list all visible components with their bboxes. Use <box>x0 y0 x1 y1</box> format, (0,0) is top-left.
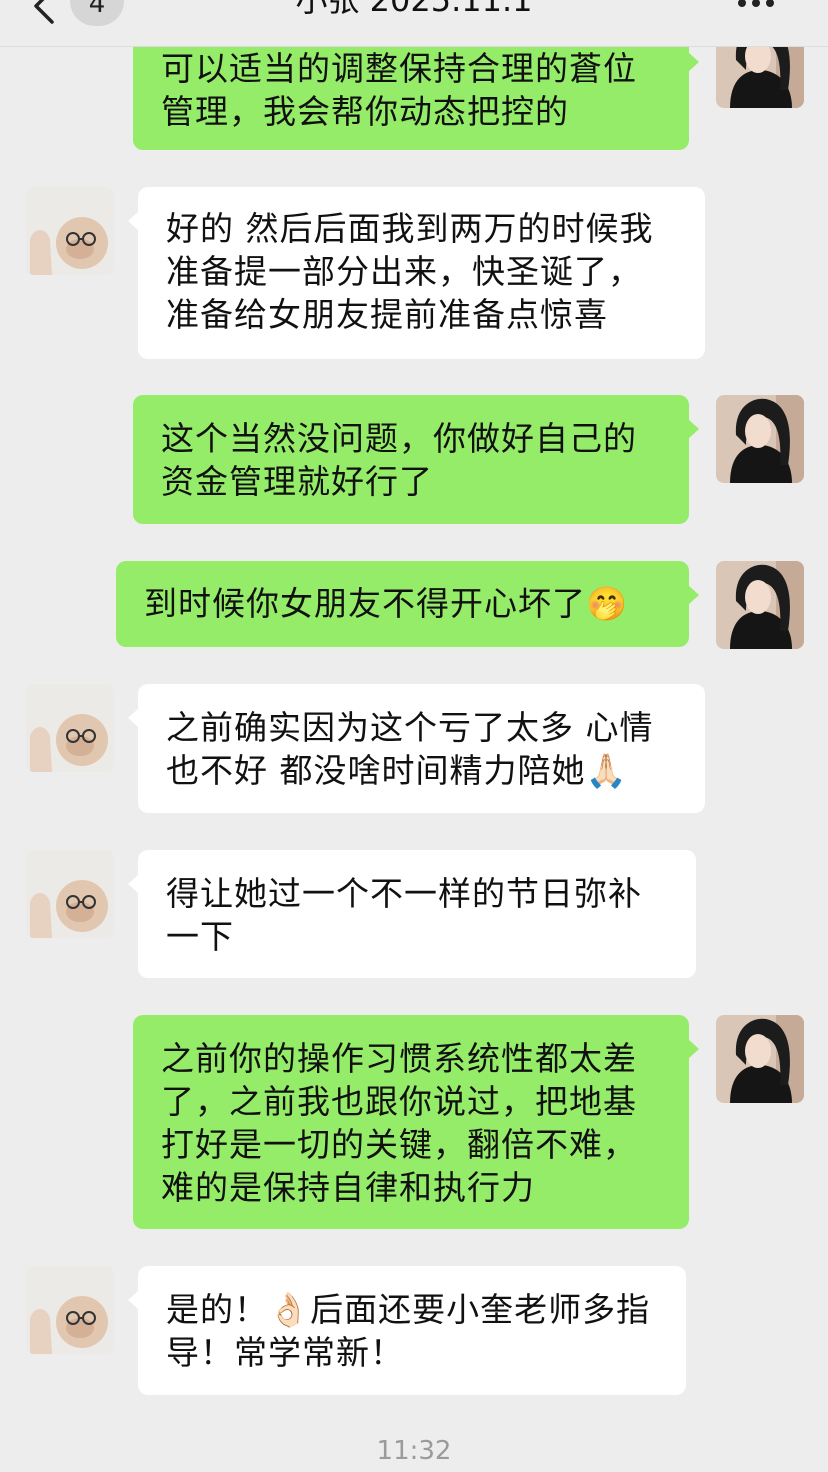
self-avatar[interactable] <box>716 561 804 649</box>
contact-avatar[interactable] <box>26 684 114 772</box>
chat-header: 4 小张 2025.11.1 <box>0 0 828 47</box>
chat-title: 小张 2025.11.1 <box>295 0 533 19</box>
more-dots-icon[interactable] <box>738 0 788 7</box>
self-avatar[interactable] <box>716 1015 804 1103</box>
message-bubble-received[interactable]: 之前确实因为这个亏了太多 心情 也不好 都没啥时间精力陪她🙏🏻 <box>128 684 705 813</box>
contact-avatar[interactable] <box>26 187 114 275</box>
message-bubble-sent[interactable]: 到时候你女朋友不得开心坏了🤭 <box>116 561 699 647</box>
message-bubble-sent[interactable]: 这个当然没问题，你做好自己的 资金管理就好行了 <box>133 395 699 524</box>
contact-avatar[interactable] <box>26 1266 114 1354</box>
message-timestamp: 11:32 <box>376 1436 452 1466</box>
message-bubble-received[interactable]: 得让她过一个不一样的节日弥补 一下 <box>128 850 696 978</box>
self-avatar[interactable] <box>716 395 804 483</box>
contact-avatar[interactable] <box>26 850 114 938</box>
message-bubble-sent[interactable]: 之前你的操作习惯系统性都太差 了，之前我也跟你说过，把地基 打好是一切的关键，翻… <box>133 1015 699 1229</box>
message-bubble-received[interactable]: 好的 然后后面我到两万的时候我 准备提一部分出来，快圣诞了， 准备给女朋友提前准… <box>128 187 705 359</box>
message-bubble-received[interactable]: 是的！👌🏻后面还要小奎老师多指 导！常学常新！ <box>128 1266 686 1395</box>
